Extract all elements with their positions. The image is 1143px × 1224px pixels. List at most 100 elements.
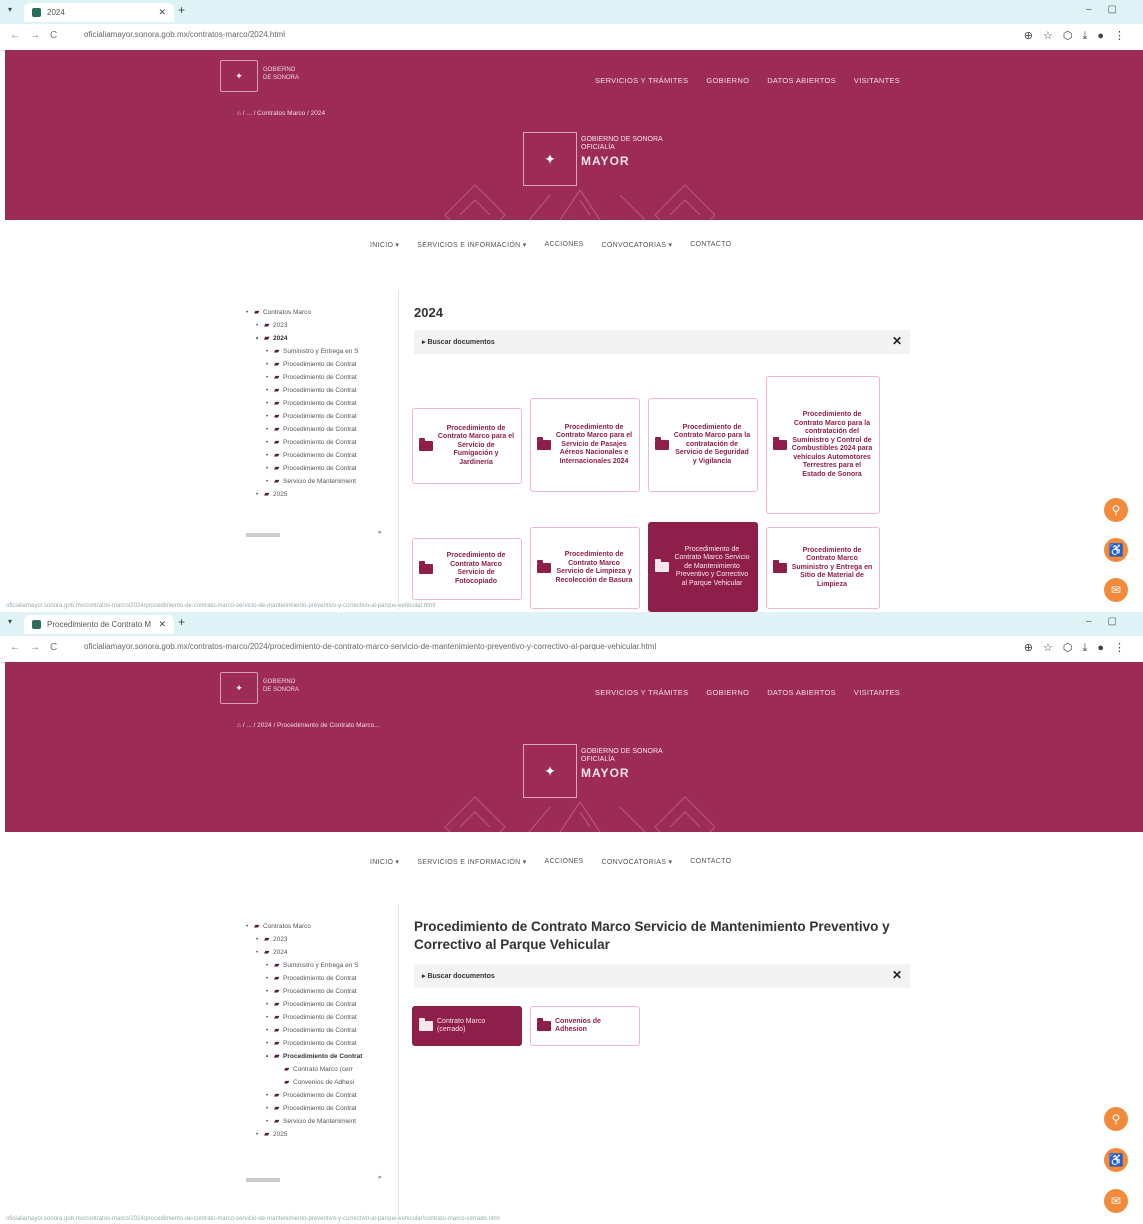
tree-item[interactable]: • ▰ 2023: [246, 933, 362, 946]
topnav-visitantes[interactable]: VISITANTES: [854, 76, 900, 85]
topnav-gobierno[interactable]: GOBIERNO: [706, 688, 749, 697]
close-tab-icon[interactable]: ✕: [158, 7, 166, 18]
window-controls[interactable]: –▢: [1086, 4, 1133, 15]
tab-list-chevron-icon[interactable]: ▾: [8, 5, 12, 14]
tree-item[interactable]: ▰ Convenios de Adhesi: [246, 1076, 362, 1089]
search-label[interactable]: ▸ Buscar documentos: [422, 972, 495, 980]
tree-item[interactable]: • ▰ 2025: [246, 488, 359, 501]
tree-item[interactable]: • ▰ Procedimiento de Contrat: [246, 462, 359, 475]
tree-item[interactable]: • ▰ Procedimiento de Contrat: [246, 384, 359, 397]
folder-card[interactable]: Procedimiento de Contrato Marco para el …: [530, 398, 640, 492]
tree-item[interactable]: • ▰ Procedimiento de Contrat: [246, 436, 359, 449]
menu-servicios[interactable]: SERVICIOS E INFORMACIÓN ▾: [417, 241, 526, 249]
tree-item[interactable]: • ▰ Procedimiento de Contrat: [246, 371, 359, 384]
topnav-datos[interactable]: DATOS ABIERTOS: [767, 688, 836, 697]
tree-scrollbar[interactable]: ▸: [238, 1173, 388, 1184]
feedback-icon[interactable]: ✉: [1104, 1189, 1128, 1213]
scroll-right-icon[interactable]: ▸: [378, 528, 382, 536]
tree-item[interactable]: • ▰ Procedimiento de Contrat: [246, 410, 359, 423]
folder-icon: [773, 560, 787, 573]
convenios-card[interactable]: Convenios de Adhesion: [530, 1006, 640, 1046]
tree-item[interactable]: • ▰ Procedimiento de Contrat: [246, 985, 362, 998]
browser-tab[interactable]: Procedimiento de Contrato M ✕: [24, 615, 174, 634]
browser-toolbar-icons[interactable]: ⊕☆⬡⤓●⋮: [1024, 641, 1135, 655]
gobierno-logo-icon[interactable]: ✦: [220, 60, 258, 92]
menu-convocatorias[interactable]: CONVOCATORIAS ▾: [602, 858, 673, 866]
browser-tab[interactable]: 2024 ✕: [24, 3, 174, 22]
window-controls[interactable]: –▢: [1086, 616, 1133, 627]
close-tab-icon[interactable]: ✕: [158, 619, 166, 630]
tree-item[interactable]: • ▰ Contratos Marco: [246, 306, 359, 319]
menu-acciones[interactable]: ACCIONES: [545, 858, 584, 866]
tree-item[interactable]: • ▰ Procedimiento de Contrat: [246, 1102, 362, 1115]
folder-card[interactable]: Procedimiento de Contrato Marco Servicio…: [530, 527, 640, 609]
folder-card[interactable]: Procedimiento de Contrato Marco para la …: [766, 376, 880, 514]
tree-item[interactable]: • ▰ 2024: [246, 332, 359, 345]
folder-card[interactable]: Procedimiento de Contrato Marco Suminist…: [766, 527, 880, 609]
topnav-datos[interactable]: DATOS ABIERTOS: [767, 76, 836, 85]
contrato-marco-card[interactable]: Contrato Marco (cerrado): [412, 1006, 522, 1046]
tree-item[interactable]: • ▰ Procedimiento de Contrat: [246, 1011, 362, 1024]
tree-item[interactable]: • ▰ Procedimiento de Contrat: [246, 972, 362, 985]
tree-item[interactable]: • ▰ Procedimiento de Contrat: [246, 423, 359, 436]
accessibility-icon[interactable]: ♿: [1104, 538, 1128, 562]
menu-contacto[interactable]: CONTACTO: [690, 241, 731, 249]
tree-item[interactable]: • ▰ Procedimiento de Contrat: [246, 1037, 362, 1050]
menu-inicio[interactable]: INICIO ▾: [370, 241, 399, 249]
tree-item[interactable]: • ▰ Procedimiento de Contrat: [246, 358, 359, 371]
menu-inicio[interactable]: INICIO ▾: [370, 858, 399, 866]
close-icon[interactable]: ✕: [892, 968, 902, 982]
scrollbar-thumb[interactable]: [246, 1178, 280, 1182]
breadcrumb[interactable]: ⌂ / ... / 2024 / Procedimiento de Contra…: [237, 722, 380, 729]
tree-item[interactable]: • ▰ Servicio de Mantenimient: [246, 1115, 362, 1128]
folder-card[interactable]: Procedimiento de Contrato Marco para la …: [648, 398, 758, 492]
tree-item[interactable]: • ▰ Contratos Marco: [246, 920, 362, 933]
topnav-servicios[interactable]: SERVICIOS Y TRÁMITES: [595, 688, 688, 697]
tree-item[interactable]: • ▰ Procedimiento de Contrat: [246, 449, 359, 462]
tree-item[interactable]: • ▰ Suministro y Entrega en S: [246, 345, 359, 358]
topnav-servicios[interactable]: SERVICIOS Y TRÁMITES: [595, 76, 688, 85]
close-icon[interactable]: ✕: [892, 334, 902, 348]
topnav-visitantes[interactable]: VISITANTES: [854, 688, 900, 697]
menu-servicios[interactable]: SERVICIOS E INFORMACIÓN ▾: [417, 858, 526, 866]
scrollbar-thumb[interactable]: [246, 533, 280, 537]
folder-card[interactable]: Procedimiento de Contrato Marco para el …: [412, 408, 522, 484]
folder-card-active[interactable]: Procedimiento de Contrato Marco Servicio…: [648, 522, 758, 612]
tree-item[interactable]: • ▰ Suministro y Entrega en S: [246, 959, 362, 972]
search-icon[interactable]: ⚲: [1104, 498, 1128, 522]
new-tab-icon[interactable]: +: [178, 3, 185, 17]
tree-item[interactable]: • ▰ Servicio de Mantenimient: [246, 475, 359, 488]
search-label[interactable]: ▸ Buscar documentos: [422, 338, 495, 346]
search-documents-bar[interactable]: ▸ Buscar documentos ✕: [414, 330, 910, 354]
tree-item[interactable]: ▰ Contrato Marco (cerr: [246, 1063, 362, 1076]
tree-item[interactable]: • ▰ Procedimiento de Contrat: [246, 397, 359, 410]
tree-item[interactable]: • ▰ Procedimiento de Contrat: [246, 1024, 362, 1037]
gobierno-logo-icon[interactable]: ✦: [220, 672, 258, 704]
tree-item[interactable]: • ▰ Procedimiento de Contrat: [246, 1050, 362, 1063]
tab-list-chevron-icon[interactable]: ▾: [8, 617, 12, 626]
tree-scrollbar[interactable]: ▸: [238, 528, 388, 539]
tree-item[interactable]: • ▰ Procedimiento de Contrat: [246, 998, 362, 1011]
menu-convocatorias[interactable]: CONVOCATORIAS ▾: [602, 241, 673, 249]
menu-acciones[interactable]: ACCIONES: [545, 241, 584, 249]
tree-item[interactable]: • ▰ 2025: [246, 1128, 362, 1141]
breadcrumb[interactable]: ⌂ / ... / Contratos Marco / 2024: [237, 110, 325, 117]
url-field[interactable]: oficialiamayor.sonora.gob.mx/contratos-m…: [84, 30, 285, 39]
navigation-buttons[interactable]: ←→C: [10, 30, 67, 41]
tree-item[interactable]: • ▰ Procedimiento de Contrat: [246, 1089, 362, 1102]
url-field[interactable]: oficialiamayor.sonora.gob.mx/contratos-m…: [84, 642, 656, 651]
search-documents-bar[interactable]: ▸ Buscar documentos ✕: [414, 964, 910, 988]
navigation-buttons[interactable]: ←→C: [10, 642, 67, 653]
tree-item[interactable]: • ▰ 2024: [246, 946, 362, 959]
new-tab-icon[interactable]: +: [178, 615, 185, 629]
menu-contacto[interactable]: CONTACTO: [690, 858, 731, 866]
accessibility-icon[interactable]: ♿: [1104, 1148, 1128, 1172]
search-icon[interactable]: ⚲: [1104, 1107, 1128, 1131]
feedback-icon[interactable]: ✉: [1104, 578, 1128, 602]
scroll-right-icon[interactable]: ▸: [378, 1173, 382, 1181]
folder-card[interactable]: Procedimiento de Contrato Marco Servicio…: [412, 538, 522, 600]
folder-icon: [537, 1018, 551, 1031]
topnav-gobierno[interactable]: GOBIERNO: [706, 76, 749, 85]
tree-item[interactable]: • ▰ 2023: [246, 319, 359, 332]
browser-toolbar-icons[interactable]: ⊕☆⬡⤓●⋮: [1024, 29, 1135, 43]
